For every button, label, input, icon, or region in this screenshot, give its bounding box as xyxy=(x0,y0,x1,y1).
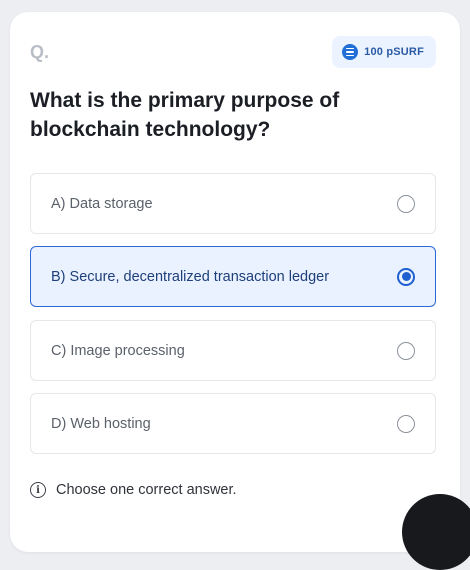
radio-unchecked-icon[interactable] xyxy=(397,194,415,213)
answer-hint: i Choose one correct answer. xyxy=(30,482,237,498)
radio-unchecked-icon[interactable] xyxy=(397,341,415,360)
question-number-label: Q. xyxy=(30,42,50,62)
reward-amount: 100 pSURF xyxy=(364,46,424,58)
question-text: What is the primary purpose of blockchai… xyxy=(30,89,340,141)
question-card: Q. 100 pSURF What is the primary purpose… xyxy=(10,12,460,552)
option-a[interactable]: A) Data storage xyxy=(30,173,436,234)
info-icon: i xyxy=(30,482,46,498)
reward-badge: 100 pSURF xyxy=(332,36,436,68)
option-d[interactable]: D) Web hosting xyxy=(30,393,436,454)
option-c[interactable]: C) Image processing xyxy=(30,320,436,381)
option-b[interactable]: B) Secure, decentralized transaction led… xyxy=(30,246,436,307)
option-label: D) Web hosting xyxy=(51,415,151,432)
option-label: C) Image processing xyxy=(51,342,185,359)
floating-action-button[interactable] xyxy=(402,494,470,570)
radio-checked-icon[interactable] xyxy=(397,267,415,286)
coin-icon xyxy=(342,44,359,60)
option-label: B) Secure, decentralized transaction led… xyxy=(51,268,330,285)
radio-unchecked-icon[interactable] xyxy=(397,414,415,433)
hint-text: Choose one correct answer. xyxy=(56,482,237,498)
option-label: A) Data storage xyxy=(51,195,153,212)
